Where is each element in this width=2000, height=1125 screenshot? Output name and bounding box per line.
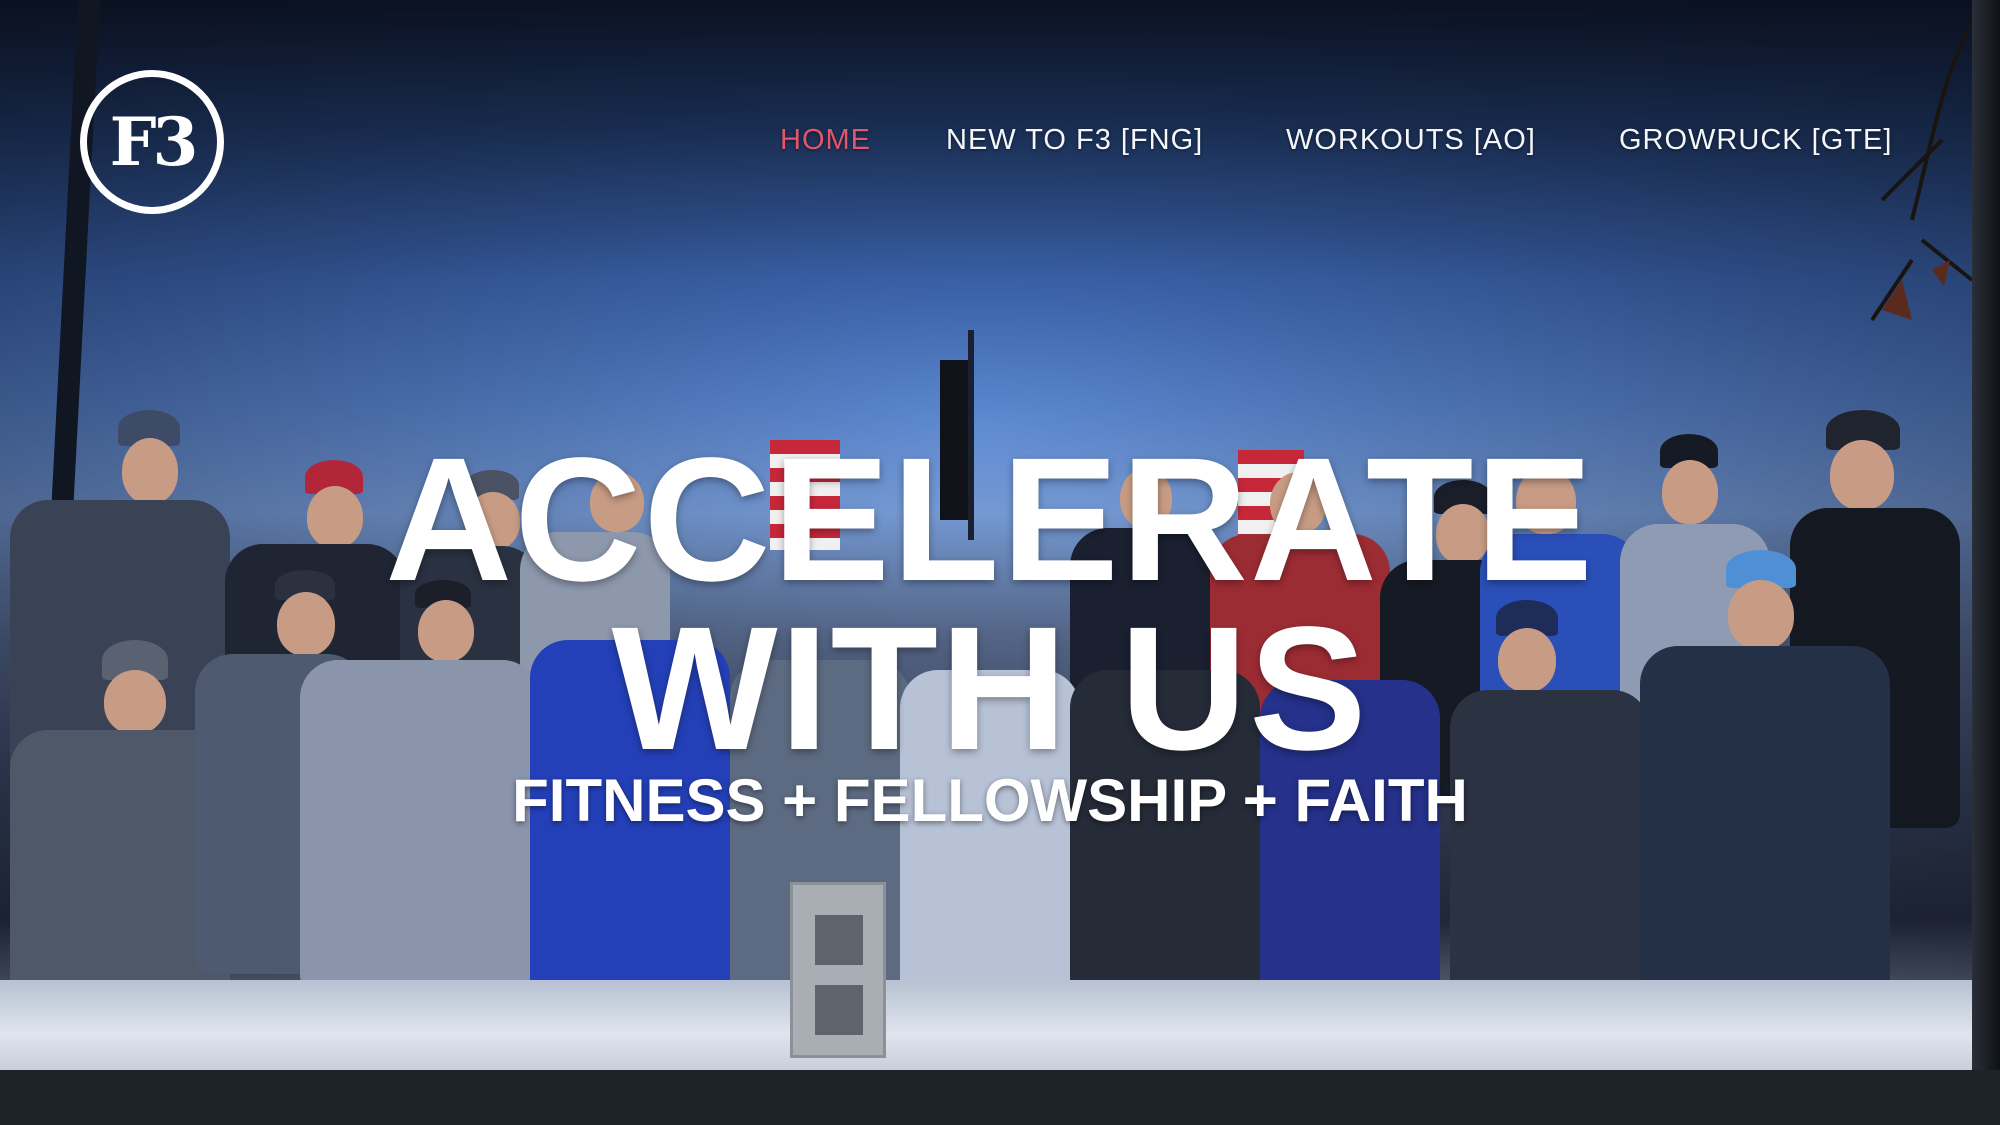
nav-item-growruck[interactable]: GROWRUCK [GTE] <box>1619 124 1892 157</box>
headline-line-1: ACCELERATE <box>385 421 1595 618</box>
page-right-edge <box>1972 0 2000 1070</box>
nav-item-workouts[interactable]: WORKOUTS [AO] <box>1286 124 1536 157</box>
page-bottom-band <box>0 1070 2000 1125</box>
nav-item-new-to-f3[interactable]: NEW TO F3 [FNG] <box>946 124 1203 157</box>
tree-branch-image <box>1870 20 1972 322</box>
hero-tagline: FITNESS + FELLOWSHIP + FAITH <box>512 767 1468 834</box>
nav-item-home[interactable]: HOME <box>780 124 871 157</box>
hero-headline: ACCELERATE WITH US <box>380 432 1600 777</box>
cinder-block <box>790 882 886 1058</box>
snow-ground <box>0 980 1972 1070</box>
headline-line-2: WITH US <box>611 590 1369 787</box>
main-nav: HOME NEW TO F3 [FNG] WORKOUTS [AO] GROWR… <box>0 124 1972 168</box>
